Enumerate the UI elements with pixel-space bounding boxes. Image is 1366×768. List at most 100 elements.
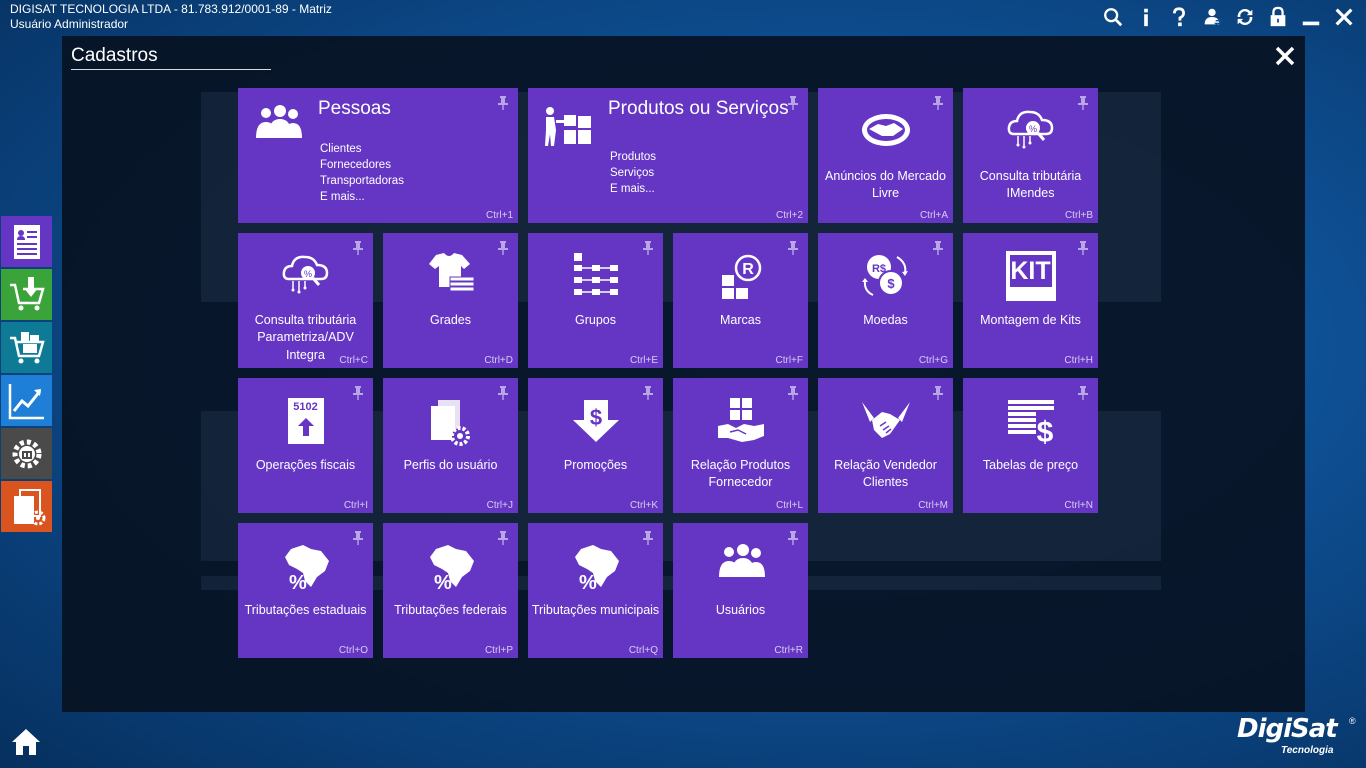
cadastro-icon[interactable] — [1, 216, 52, 267]
tile-label: Anúncios do Mercado Livre — [825, 169, 946, 200]
tile-label: Consulta tributária — [254, 313, 357, 327]
tile-usuarios[interactable]: Usuários Ctrl+R — [673, 523, 808, 658]
shortcut-hint: Ctrl+C — [339, 355, 368, 366]
svg-text:%: % — [434, 572, 452, 591]
shortcut-hint: Ctrl+D — [484, 355, 513, 366]
shortcut-hint: Ctrl+2 — [776, 210, 803, 221]
home-button[interactable] — [10, 726, 42, 758]
pin-icon[interactable] — [352, 386, 364, 400]
pin-icon[interactable] — [642, 241, 654, 255]
products-icon — [545, 107, 591, 146]
fiscal-operation-icon: 5102 — [287, 398, 324, 444]
pin-icon[interactable] — [1077, 96, 1089, 110]
pin-icon[interactable] — [497, 531, 509, 545]
shortcut-hint: Ctrl+P — [484, 645, 513, 656]
tile-line: Fornecedores — [320, 159, 391, 171]
user-switch-icon[interactable] — [1195, 3, 1228, 31]
pin-icon[interactable] — [787, 96, 799, 110]
tile-grades[interactable]: Grades Ctrl+D — [383, 233, 518, 368]
relatorios-icon[interactable] — [1, 375, 52, 426]
tile-moedas[interactable]: R$ $ Moedas Ctrl+G — [818, 233, 953, 368]
tile-label: Integra — [286, 348, 325, 362]
tile-pessoas[interactable]: Pessoas Clientes Fornecedores Transporta… — [238, 88, 518, 223]
shortcut-hint: Ctrl+E — [629, 355, 658, 366]
tile-montagem-kits[interactable]: KIT Montagem de Kits Ctrl+H — [963, 233, 1098, 368]
shortcut-hint: Ctrl+F — [775, 355, 804, 366]
cloud-tax-icon: % — [282, 255, 328, 294]
tile-relacao-produtos-fornecedor[interactable]: Relação Produtos Fornecedor Ctrl+L — [673, 378, 808, 513]
tile-label: Grupos — [575, 313, 616, 327]
tile-label: Tabelas de preço — [982, 458, 1079, 472]
tile-operacoes-fiscais[interactable]: 5102 Operações fiscais Ctrl+I — [238, 378, 373, 513]
svg-text:%: % — [579, 572, 597, 591]
tile-consulta-imendes[interactable]: % Consulta tributária IMendes Ctrl+B — [963, 88, 1098, 223]
price-drop-icon: $ — [572, 400, 619, 442]
shortcut-hint: Ctrl+H — [1064, 355, 1093, 366]
tile-line: E mais... — [610, 183, 655, 195]
shortcut-hint: Ctrl+B — [1064, 210, 1093, 221]
pin-icon[interactable] — [932, 96, 944, 110]
shortcut-hint: Ctrl+I — [343, 500, 368, 511]
home-icon — [12, 729, 40, 755]
registered-trademark-icon: R — [721, 254, 761, 299]
tile-consulta-parametriza[interactable]: % Consulta tributária Parametriza/ADV In… — [238, 233, 373, 368]
shortcut-hint: Ctrl+O — [338, 645, 368, 656]
pin-icon[interactable] — [1077, 386, 1089, 400]
cfop-code: 5102 — [293, 401, 318, 413]
close-dialog-button[interactable] — [1273, 44, 1297, 68]
tile-label: Tributações federais — [394, 603, 507, 617]
title-bar: DIGISAT TECNOLOGIA LTDA - 81.783.912/000… — [0, 0, 1366, 36]
pin-icon[interactable] — [352, 531, 364, 545]
svg-text:$: $ — [887, 276, 895, 291]
pin-icon[interactable] — [932, 241, 944, 255]
people-icon — [256, 105, 302, 138]
pin-icon[interactable] — [1077, 241, 1089, 255]
tile-tributacoes-federais[interactable]: % Tributações federais Ctrl+P — [383, 523, 518, 658]
pin-icon[interactable] — [787, 531, 799, 545]
tile-tributacoes-estaduais[interactable]: % Tributações estaduais Ctrl+O — [238, 523, 373, 658]
vendas-icon[interactable] — [1, 322, 52, 373]
tile-tributacoes-municipais[interactable]: % Tributações municipais Ctrl+Q — [528, 523, 663, 658]
current-user: Usuário Administrador — [10, 17, 129, 31]
pin-icon[interactable] — [787, 386, 799, 400]
info-icon[interactable] — [1129, 3, 1162, 31]
pin-icon[interactable] — [642, 531, 654, 545]
supplier-handshake-icon — [717, 398, 764, 442]
shirt-icon — [428, 253, 474, 292]
pin-icon[interactable] — [497, 241, 509, 255]
tile-produtos[interactable]: Produtos ou Serviços Produtos Serviços E… — [528, 88, 808, 223]
shortcut-hint: Ctrl+K — [629, 500, 658, 511]
tile-promocoes[interactable]: $ Promoções Ctrl+K — [528, 378, 663, 513]
tile-label: Clientes — [862, 475, 909, 489]
search-icon[interactable] — [1096, 3, 1129, 31]
pin-icon[interactable] — [642, 386, 654, 400]
pin-icon[interactable] — [932, 386, 944, 400]
company-name: DIGISAT TECNOLOGIA LTDA - 81.783.912/000… — [10, 2, 332, 16]
close-icon[interactable] — [1327, 3, 1360, 31]
tile-relacao-vendedor-clientes[interactable]: Relação Vendedor Clientes Ctrl+M — [818, 378, 953, 513]
configuracoes-icon[interactable] — [1, 428, 52, 479]
tile-grupos[interactable]: Grupos Ctrl+E — [528, 233, 663, 368]
lock-icon[interactable] — [1261, 3, 1294, 31]
digisat-logo: DigiSat Tecnologia ® — [1237, 714, 1357, 760]
svg-text:%: % — [1028, 124, 1036, 134]
tile-label: Moedas — [863, 313, 908, 327]
tile-tabelas-preco[interactable]: $ Tabelas de preço Ctrl+N — [963, 378, 1098, 513]
pin-icon[interactable] — [497, 96, 509, 110]
sync-icon[interactable] — [1228, 3, 1261, 31]
tile-anuncios-mercado-livre[interactable]: Anúncios do Mercado Livre Ctrl+A — [818, 88, 953, 223]
help-icon[interactable] — [1162, 3, 1195, 31]
tile-marcas[interactable]: R Marcas Ctrl+F — [673, 233, 808, 368]
documentos-icon[interactable] — [1, 481, 52, 532]
pin-icon[interactable] — [787, 241, 799, 255]
minimize-icon[interactable] — [1294, 3, 1327, 31]
pin-icon[interactable] — [497, 386, 509, 400]
main-sidebar — [1, 216, 52, 534]
pin-icon[interactable] — [352, 241, 364, 255]
entrada-icon[interactable] — [1, 269, 52, 320]
tile-title: Produtos ou Serviços — [608, 98, 789, 119]
shortcut-hint: Ctrl+J — [486, 500, 513, 511]
tile-line: Transportadoras — [320, 175, 404, 187]
tile-label: Tributações estaduais — [244, 603, 367, 617]
tile-perfis-usuario[interactable]: Perfis do usuário Ctrl+J — [383, 378, 518, 513]
